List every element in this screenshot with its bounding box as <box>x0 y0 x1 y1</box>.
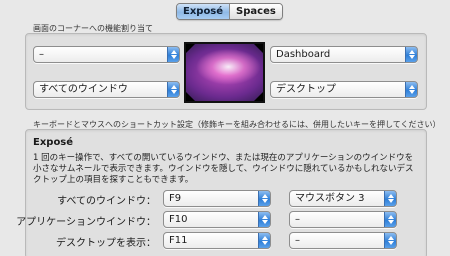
show-desktop-label: デスクトップを表示： <box>56 238 156 249</box>
application-windows-mouse-popup[interactable]: – <box>289 211 397 228</box>
popup-arrows-icon <box>384 233 396 248</box>
all-windows-key-value: F9 <box>169 193 182 204</box>
top-right-corner-value: Dashboard <box>276 49 331 60</box>
popup-arrows-icon <box>167 47 179 62</box>
all-windows-key-popup[interactable]: F9 <box>163 190 271 207</box>
popup-arrows-icon <box>258 191 270 206</box>
desktop-preview-image <box>184 42 265 103</box>
popup-arrows-icon <box>167 82 179 97</box>
corner-marker-top-left <box>186 44 195 53</box>
popup-arrows-icon <box>258 233 270 248</box>
all-windows-mouse-popup[interactable]: マウスボタン 3 <box>289 190 397 207</box>
top-right-corner-popup[interactable]: Dashboard <box>270 46 418 63</box>
corner-marker-top-right <box>254 44 263 53</box>
popup-arrows-icon <box>384 212 396 227</box>
show-desktop-key-popup[interactable]: F11 <box>163 232 271 249</box>
expose-description: 1 回のキー操作で、すべての開いているウインドウ、または現在のアプリケーションの… <box>33 153 414 185</box>
bottom-right-corner-popup[interactable]: デスクトップ <box>270 81 418 98</box>
corner-marker-bottom-right <box>254 92 263 101</box>
show-desktop-key-value: F11 <box>169 235 188 246</box>
top-left-corner-value: – <box>39 49 44 60</box>
desktop-wallpaper <box>186 44 263 101</box>
bottom-left-corner-popup[interactable]: すべてのウインドウ <box>33 81 180 98</box>
popup-arrows-icon <box>258 212 270 227</box>
popup-arrows-icon <box>405 47 417 62</box>
tab-spaces[interactable]: Spaces <box>229 4 282 19</box>
application-windows-mouse-value: – <box>295 214 300 225</box>
all-windows-label: すべてのウインドウ： <box>57 196 156 207</box>
top-left-corner-popup[interactable]: – <box>33 46 180 63</box>
corner-marker-bottom-left <box>186 92 195 101</box>
popup-arrows-icon <box>384 191 396 206</box>
application-windows-key-popup[interactable]: F10 <box>163 211 271 228</box>
tab-bar: Exposé Spaces <box>176 3 283 20</box>
popup-arrows-icon <box>405 82 417 97</box>
all-windows-mouse-value: マウスボタン 3 <box>295 193 365 204</box>
application-windows-label: アプリケーションウインドウ： <box>16 217 156 228</box>
bottom-left-corner-value: すべてのウインドウ <box>39 84 128 95</box>
bottom-right-corner-value: デスクトップ <box>276 84 336 95</box>
application-windows-key-value: F10 <box>169 214 188 225</box>
tab-expose[interactable]: Exposé <box>177 4 230 19</box>
show-desktop-mouse-value: – <box>295 235 300 246</box>
expose-heading: Exposé <box>33 137 74 148</box>
show-desktop-mouse-popup[interactable]: – <box>289 232 397 249</box>
